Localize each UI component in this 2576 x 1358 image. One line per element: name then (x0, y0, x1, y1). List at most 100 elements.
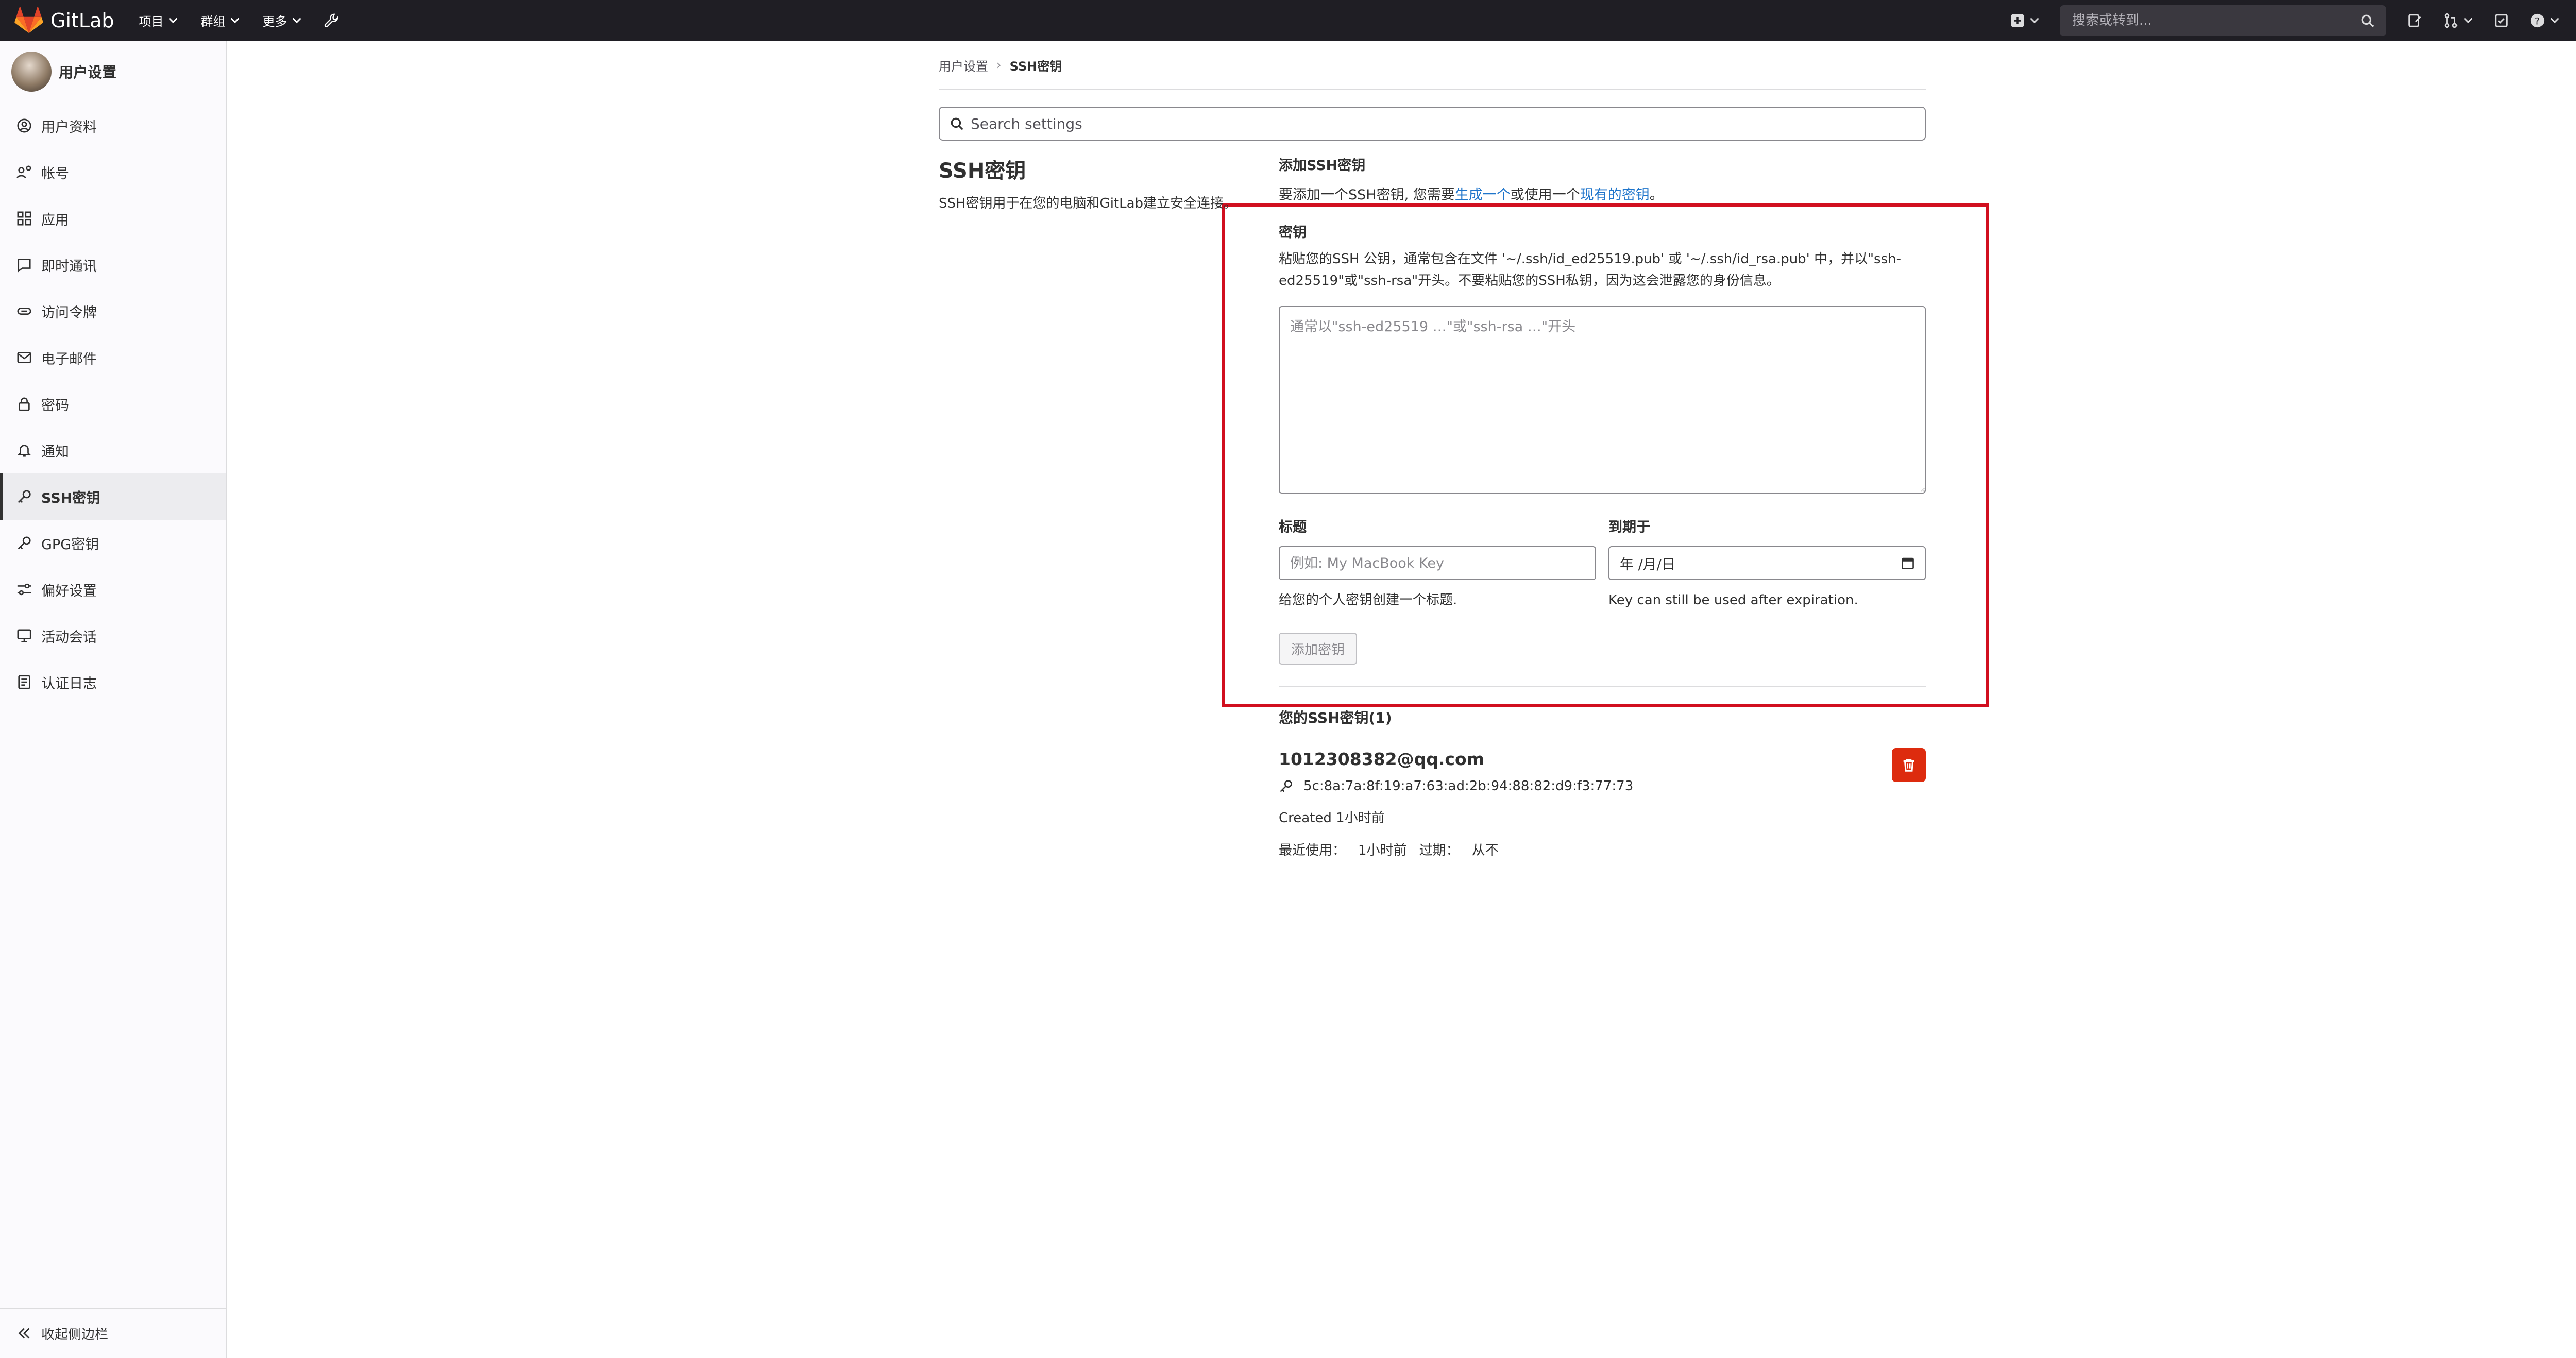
logo-text: GitLab (50, 9, 114, 32)
ssh-key-fingerprint: 5c:8a:7a:8f:19:a7:63:ad:2b:94:88:82:d9:f… (1279, 778, 1926, 794)
tanuki-icon (14, 7, 43, 33)
sidebar-item-label: 偏好设置 (41, 583, 97, 599)
add-key-form: 密钥 粘贴您的SSH 公钥，通常包含在文件 '~/.ssh/id_ed25519… (1279, 221, 1926, 859)
sidebar-item-profile[interactable]: 用户资料 (0, 103, 226, 149)
account-icon (16, 165, 31, 178)
merge-request-icon (2444, 13, 2458, 28)
token-icon (17, 308, 31, 315)
breadcrumb: 用户设置 › SSH密钥 (939, 41, 1926, 90)
bell-icon (17, 445, 31, 457)
nav-groups-dropdown[interactable]: 群组 (200, 11, 240, 29)
add-key-button[interactable]: 添加密钥 (1279, 633, 1358, 665)
sidebar-item-label: SSH密钥 (41, 490, 100, 506)
sidebar-item-password[interactable]: 密码 (0, 381, 226, 427)
title-help-text: 给您的个人密钥创建一个标题. (1279, 592, 1458, 608)
expires-value: 从不 (1471, 843, 1499, 858)
sidebar-item-ssh-keys[interactable]: SSH密钥 (0, 473, 226, 520)
top-navbar: GitLab 项目 群组 更多 搜索或转到... ? (0, 0, 2576, 41)
trash-icon (1903, 759, 1914, 772)
expires-date-input[interactable]: 年 /月/日 (1608, 546, 1926, 580)
merge-requests-dropdown[interactable] (2443, 13, 2473, 28)
key-icon (18, 536, 31, 550)
expires-help-text: Key can still be used after expiration. (1608, 592, 1858, 608)
todos-button[interactable] (2494, 13, 2509, 28)
sidebar-item-label: 应用 (41, 212, 69, 228)
double-chevron-left-icon (18, 1328, 30, 1339)
key-label: 密钥 (1279, 225, 1307, 241)
sidebar-item-label: 活动会话 (41, 629, 97, 646)
nav-projects-dropdown[interactable]: 项目 (139, 11, 178, 29)
nav-menu: 项目 群组 更多 (139, 11, 362, 29)
sidebar-item-active-sessions[interactable]: 活动会话 (0, 613, 226, 659)
sidebar-header[interactable]: 用户设置 (0, 41, 226, 103)
breadcrumb-parent[interactable]: 用户设置 (939, 56, 988, 74)
sidebar-item-emails[interactable]: 电子邮件 (0, 334, 226, 381)
breadcrumb-separator: › (996, 58, 1002, 72)
user-avatar-large (11, 52, 52, 92)
ssh-key-title[interactable]: 1012308382@qq.com (1279, 749, 1926, 769)
main-content: 用户设置 › SSH密钥 SSH密钥 SSH密钥用于在您的电脑和GitLab建立… (939, 41, 1926, 858)
your-keys-title: 您的SSH密钥(1) (1279, 709, 1392, 726)
section-description: SSH密钥用于在您的电脑和GitLab建立安全连接。 (939, 196, 1238, 211)
key-textarea[interactable] (1279, 306, 1926, 494)
delete-key-button[interactable] (1892, 748, 1926, 782)
ssh-key-item: 1012308382@qq.com 5c:8a:7a:8f:19:a7:63:a… (1279, 748, 1926, 859)
add-key-title: 添加SSH密钥 (1279, 158, 1366, 174)
lock-icon (19, 397, 30, 411)
sidebar-item-account[interactable]: 帐号 (0, 149, 226, 195)
help-icon: ? (2530, 13, 2545, 27)
settings-search-input[interactable] (971, 115, 1846, 132)
gitlab-logo[interactable]: GitLab (14, 7, 114, 34)
sidebar-item-access-tokens[interactable]: 访问令牌 (0, 288, 226, 334)
generate-key-link[interactable]: 生成一个 (1455, 187, 1511, 203)
preferences-icon (17, 583, 31, 596)
admin-wrench-button[interactable] (324, 13, 340, 28)
page-title: SSH密钥 (939, 159, 1026, 183)
global-search[interactable] (2060, 5, 2386, 36)
nav-more-dropdown[interactable]: 更多 (262, 11, 302, 29)
expires-label: 过期： (1419, 843, 1460, 858)
chevron-down-icon (2464, 17, 2473, 23)
key-icon (1280, 780, 1292, 792)
sidebar-item-applications[interactable]: 应用 (0, 195, 226, 242)
calendar-icon[interactable] (1901, 556, 1914, 570)
key-icon (18, 490, 31, 503)
profile-icon (17, 118, 31, 133)
ssh-key-usage: 最近使用： 1小时前 过期： 从不 (1279, 840, 1926, 859)
existing-key-link[interactable]: 现有的密钥 (1580, 187, 1650, 203)
divider (1279, 686, 1926, 687)
svg-text:?: ? (2535, 16, 2540, 27)
sidebar-item-label: 密码 (41, 397, 69, 414)
settings-search[interactable] (939, 107, 1926, 141)
section-intro: SSH密钥 SSH密钥用于在您的电脑和GitLab建立安全连接。 (939, 154, 1238, 214)
log-icon (18, 675, 30, 689)
add-key-desc-prefix: 要添加一个SSH密钥, 您需要 (1279, 187, 1455, 203)
last-used-value: 1小时前 (1358, 843, 1407, 858)
sidebar-item-label: 电子邮件 (41, 351, 97, 367)
title-label: 标题 (1279, 519, 1307, 535)
nav-projects-label: 项目 (139, 14, 164, 29)
sidebar-item-chat[interactable]: 即时通讯 (0, 242, 226, 288)
search-icon (951, 117, 963, 130)
add-key-desc-middle: 或使用一个 (1510, 187, 1580, 203)
sidebar-item-label: 用户资料 (41, 119, 97, 135)
sidebar-item-preferences[interactable]: 偏好设置 (0, 566, 226, 613)
fingerprint-text: 5c:8a:7a:8f:19:a7:63:ad:2b:94:88:82:d9:f… (1303, 778, 1634, 794)
help-dropdown[interactable]: ? (2530, 13, 2560, 28)
chevron-down-icon (2550, 17, 2560, 23)
title-input[interactable] (1279, 546, 1596, 580)
plus-square-icon (2011, 14, 2024, 27)
new-item-dropdown[interactable] (2010, 13, 2039, 28)
nav-more-label: 更多 (262, 14, 287, 29)
sidebar-item-gpg-keys[interactable]: GPG密钥 (0, 520, 226, 566)
breadcrumb-current[interactable]: SSH密钥 (1010, 56, 1062, 74)
todo-check-icon (2495, 13, 2508, 27)
sidebar-item-notifications[interactable]: 通知 (0, 427, 226, 473)
issues-button[interactable] (2407, 13, 2422, 28)
chat-icon (18, 259, 31, 273)
ssh-key-created: Created 1小时前 (1279, 810, 1385, 826)
sidebar-item-label: GPG密钥 (41, 536, 99, 553)
sidebar-item-auth-log[interactable]: 认证日志 (0, 659, 226, 705)
collapse-sidebar-button[interactable]: 收起侧边栏 (0, 1308, 226, 1358)
global-search-input[interactable] (2072, 12, 2340, 28)
